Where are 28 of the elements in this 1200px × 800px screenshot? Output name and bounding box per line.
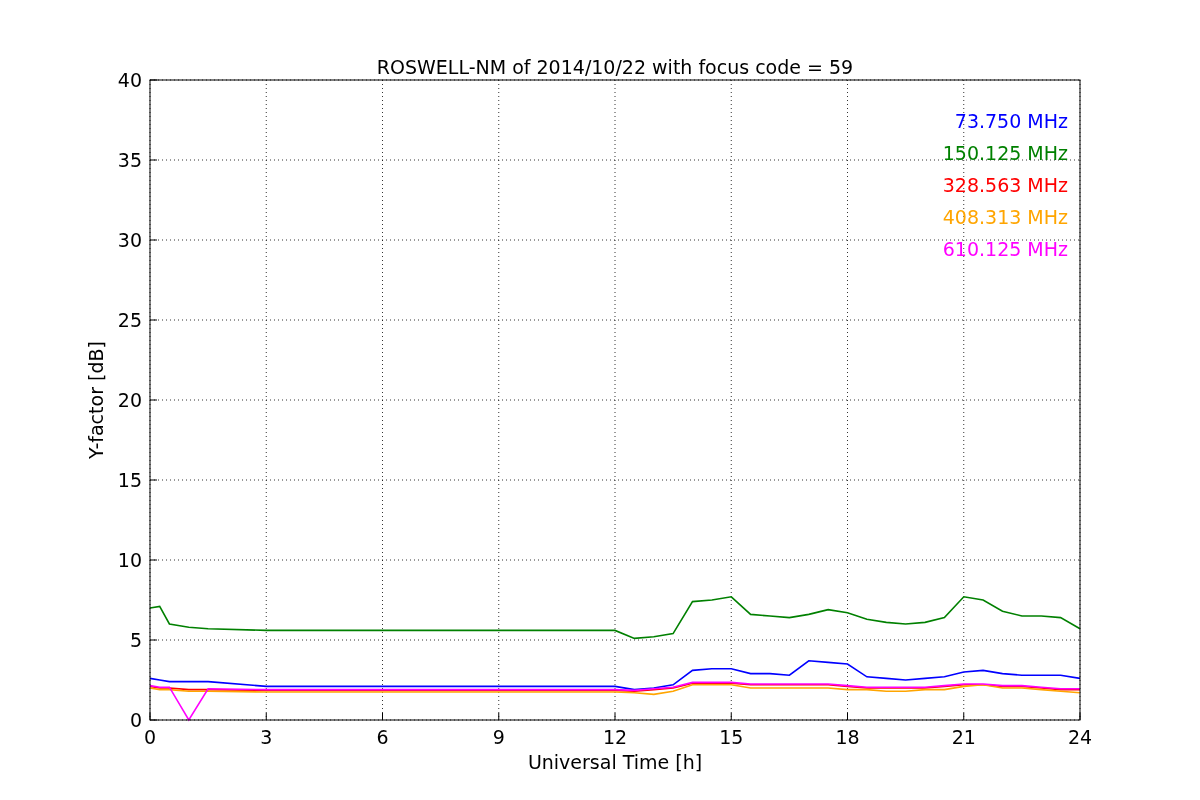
legend-label: 150.125 MHz: [942, 142, 1068, 164]
tick-label: 15: [719, 726, 744, 748]
tick-label: 12: [602, 726, 628, 748]
tick-label: 35: [117, 149, 142, 171]
tick-label: 9: [492, 726, 505, 748]
tick-label: 10: [117, 549, 142, 571]
tick-label: 30: [117, 229, 142, 251]
legend-label: 408.313 MHz: [942, 206, 1068, 228]
tick-mark: [149, 79, 158, 81]
tick-label: 0: [143, 726, 157, 748]
tick-label: 40: [117, 69, 142, 91]
legend-label: 73.750 MHz: [954, 110, 1068, 132]
tick-label: 18: [835, 726, 860, 748]
tick-label: 21: [951, 726, 976, 748]
chart-title: ROSWELL-NM of 2014/10/22 with focus code = 59: [376, 56, 854, 78]
tick-label: 24: [1067, 726, 1093, 748]
y-axis-label: Y-factor [dB]: [85, 341, 107, 459]
tick-label: 6: [376, 726, 389, 748]
tick-mark: [1079, 712, 1081, 721]
tick-label: 15: [117, 469, 142, 491]
legend-label: 610.125 MHz: [942, 238, 1068, 260]
legend-label: 328.563 MHz: [942, 174, 1068, 196]
tick-label: 25: [117, 309, 142, 331]
tick-label: 3: [260, 726, 273, 748]
tick-label: 20: [117, 389, 142, 411]
x-axis-label: Universal Time [h]: [527, 751, 703, 773]
tick-label: 5: [129, 629, 142, 651]
tick-label: 0: [129, 709, 142, 731]
